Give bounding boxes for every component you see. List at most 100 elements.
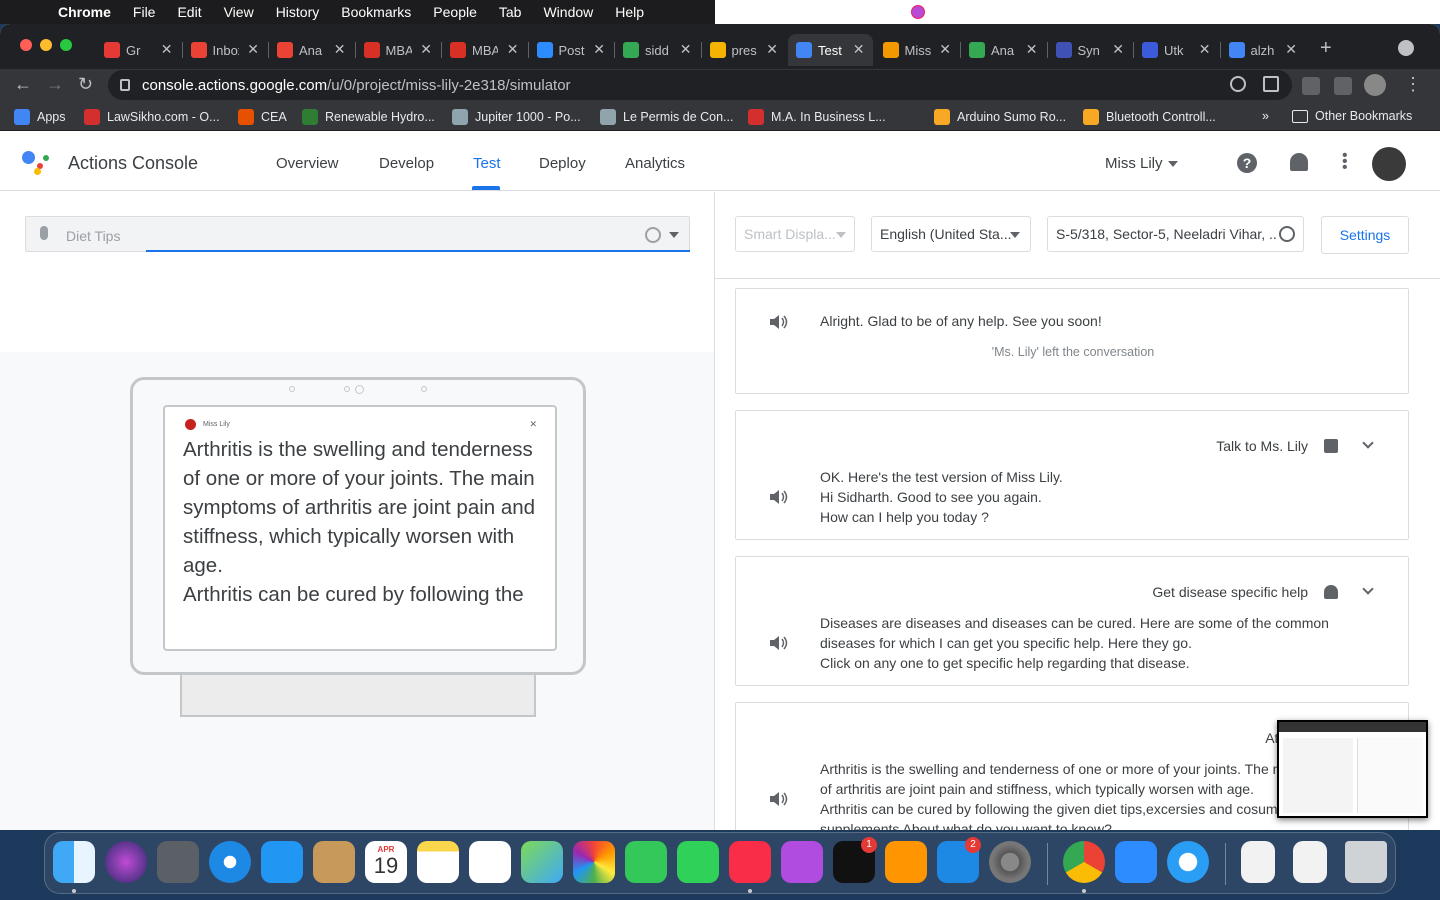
zoom-icon[interactable]	[1115, 841, 1157, 883]
bookmark-item[interactable]: LawSikho.com - O...	[84, 109, 220, 125]
bookmark-item[interactable]: CEA	[238, 109, 287, 125]
zoom-window-button[interactable]	[60, 39, 72, 51]
browser-tab[interactable]: MBA ✕	[356, 34, 441, 66]
bookmark-item[interactable]: Jupiter 1000 - Po...	[452, 109, 581, 125]
siri-icon[interactable]	[105, 841, 147, 883]
menu-edit[interactable]: Edit	[177, 4, 201, 20]
tab-close-icon[interactable]: ✕	[334, 41, 346, 58]
tab-close-icon[interactable]: ✕	[1112, 41, 1124, 58]
expand-chevron-icon[interactable]	[1362, 437, 1374, 449]
speaker-icon[interactable]	[770, 792, 788, 806]
menu-help[interactable]: Help	[615, 4, 644, 20]
siri-icon[interactable]	[910, 5, 925, 19]
contacts-icon[interactable]	[313, 841, 355, 883]
tab-close-icon[interactable]: ✕	[1199, 41, 1211, 58]
podcasts-icon[interactable]	[781, 841, 823, 883]
maps-icon[interactable]	[521, 841, 563, 883]
bookmark-item[interactable]: M.A. In Business L...	[748, 109, 886, 125]
menu-view[interactable]: View	[224, 4, 254, 20]
new-tab-button[interactable]: +	[1320, 37, 1332, 60]
tab-analytics[interactable]: Analytics	[625, 155, 685, 172]
microphone-icon[interactable]	[40, 226, 48, 240]
user-switch-icon[interactable]	[831, 5, 845, 19]
menu-people[interactable]: People	[433, 4, 477, 20]
bookmark-star-icon[interactable]	[1263, 76, 1279, 92]
battery-icon[interactable]	[765, 6, 790, 18]
tab-close-icon[interactable]: ✕	[853, 41, 865, 58]
calendar-icon[interactable]: APR 19	[365, 841, 407, 883]
browser-tab[interactable]: Syn ✕	[1048, 34, 1133, 66]
tab-search-icon[interactable]	[1398, 40, 1414, 56]
more-options-icon[interactable]: • • •	[1342, 148, 1348, 176]
menu-app-name[interactable]: Chrome	[58, 4, 111, 20]
tab-test[interactable]: Test	[473, 155, 501, 172]
quicktime-icon[interactable]	[1167, 841, 1209, 883]
zip-file-icon[interactable]	[1241, 841, 1275, 883]
speaker-icon[interactable]	[770, 315, 788, 329]
screen-record-icon[interactable]	[715, 5, 729, 19]
mail-icon[interactable]	[261, 841, 303, 883]
menu-tab[interactable]: Tab	[499, 4, 522, 20]
safari-icon[interactable]	[209, 841, 251, 883]
browser-tab[interactable]: pres ✕	[702, 34, 787, 66]
photos-icon[interactable]	[573, 841, 615, 883]
tab-develop[interactable]: Develop	[379, 155, 434, 172]
surface-select[interactable]: Smart Displa...	[735, 216, 855, 252]
menu-window[interactable]: Window	[543, 4, 593, 20]
bookmark-item[interactable]: Apps	[14, 109, 66, 125]
browser-tab[interactable]: alzh ✕	[1221, 34, 1306, 66]
minimize-window-button[interactable]	[40, 39, 52, 51]
expand-chevron-icon[interactable]	[1362, 583, 1374, 595]
location-pin-icon[interactable]	[1230, 76, 1246, 92]
bookmarks-overflow-icon[interactable]: »	[1262, 109, 1269, 123]
browser-tab[interactable]: sidd ✕	[615, 34, 700, 66]
menu-bookmarks[interactable]: Bookmarks	[341, 4, 411, 20]
user-avatar[interactable]	[1372, 147, 1406, 181]
address-bar[interactable]: console.actions.google.com/u/0/project/m…	[108, 70, 1292, 100]
menu-file[interactable]: File	[133, 4, 156, 20]
facetime-icon[interactable]	[677, 841, 719, 883]
tab-close-icon[interactable]: ✕	[1026, 41, 1038, 58]
media-queue-icon[interactable]	[1334, 77, 1352, 95]
control-center-icon[interactable]	[880, 5, 897, 19]
tab-overview[interactable]: Overview	[276, 155, 339, 172]
wifi-icon[interactable]: ⌔	[804, 3, 817, 21]
tab-close-icon[interactable]: ✕	[507, 41, 519, 58]
google-assistant-logo-icon[interactable]	[22, 151, 50, 175]
chrome-icon[interactable]	[1063, 841, 1105, 883]
back-arrow-icon[interactable]: ←	[14, 74, 32, 95]
tab-close-icon[interactable]: ✕	[680, 41, 692, 58]
help-icon[interactable]: ?	[1237, 153, 1257, 173]
screenshot-thumbnail[interactable]	[1277, 720, 1428, 818]
bookmark-item[interactable]: Bluetooth Controll...	[1083, 109, 1216, 125]
input-chevron-down-icon[interactable]	[669, 232, 679, 238]
browser-tab[interactable]: Ana ✕	[269, 34, 354, 66]
profile-avatar[interactable]	[1364, 74, 1386, 96]
reminders-icon[interactable]	[469, 841, 511, 883]
music-icon[interactable]	[729, 841, 771, 883]
tab-deploy[interactable]: Deploy	[539, 155, 586, 172]
forward-arrow-icon[interactable]: →	[46, 74, 64, 95]
launchpad-icon[interactable]	[157, 841, 199, 883]
trash-icon[interactable]	[1345, 841, 1387, 883]
bookmark-other[interactable]: Other Bookmarks	[1292, 109, 1412, 123]
browser-tab[interactable]: Gr ✕	[96, 34, 181, 66]
spotlight-search-icon[interactable]: ⌕	[859, 4, 867, 21]
console-title[interactable]: Actions Console	[68, 153, 198, 174]
browser-tab[interactable]: Post ✕	[529, 34, 614, 66]
volume-icon[interactable]: 🔊︎	[743, 4, 752, 21]
system-preferences-icon[interactable]	[989, 841, 1031, 883]
books-icon[interactable]	[885, 841, 927, 883]
bookmark-item[interactable]: Le Permis de Con...	[600, 109, 733, 125]
browser-tab[interactable]: Inbox ✕	[183, 34, 268, 66]
menu-history[interactable]: History	[276, 4, 320, 20]
speaker-icon[interactable]	[770, 490, 788, 504]
bookmark-item[interactable]: Arduino Sumo Ro...	[934, 109, 1066, 125]
browser-tab[interactable]: Ana ✕	[961, 34, 1046, 66]
close-window-button[interactable]	[20, 39, 32, 51]
tab-close-icon[interactable]: ✕	[420, 41, 432, 58]
language-select[interactable]: English (United Sta...	[871, 216, 1031, 252]
browser-tab[interactable]: MBA ✕	[442, 34, 527, 66]
browser-tab[interactable]: Test ✕	[788, 34, 873, 66]
browser-tab[interactable]: Utk ✕	[1134, 34, 1219, 66]
